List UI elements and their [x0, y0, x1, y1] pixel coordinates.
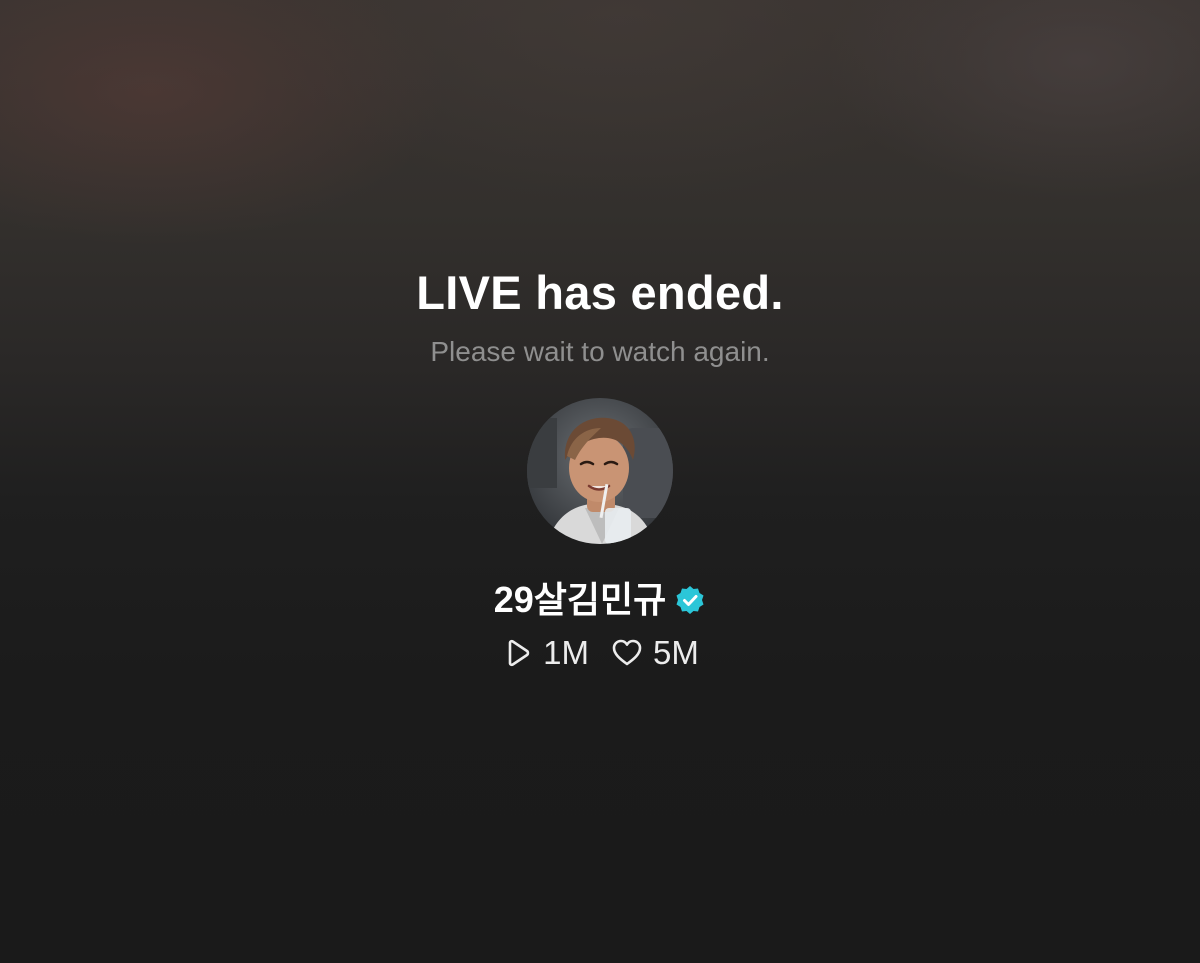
play-icon	[501, 637, 533, 669]
avatar[interactable]	[527, 398, 673, 544]
live-ended-panel: LIVE has ended. Please wait to watch aga…	[0, 262, 1200, 674]
live-ended-title: LIVE has ended.	[416, 266, 784, 319]
live-ended-subtitle: Please wait to watch again.	[430, 336, 770, 367]
like-count-stat: 5M	[611, 632, 699, 674]
play-count-stat: 1M	[501, 632, 589, 674]
play-count: 1M	[543, 634, 589, 671]
channel-name-row: 29살김민규	[494, 578, 707, 622]
like-count: 5M	[653, 634, 699, 671]
verified-badge-icon	[674, 584, 706, 616]
heart-icon	[611, 637, 643, 669]
channel-name[interactable]: 29살김민규	[494, 578, 667, 622]
stats-row: 1M 5M	[501, 632, 699, 674]
